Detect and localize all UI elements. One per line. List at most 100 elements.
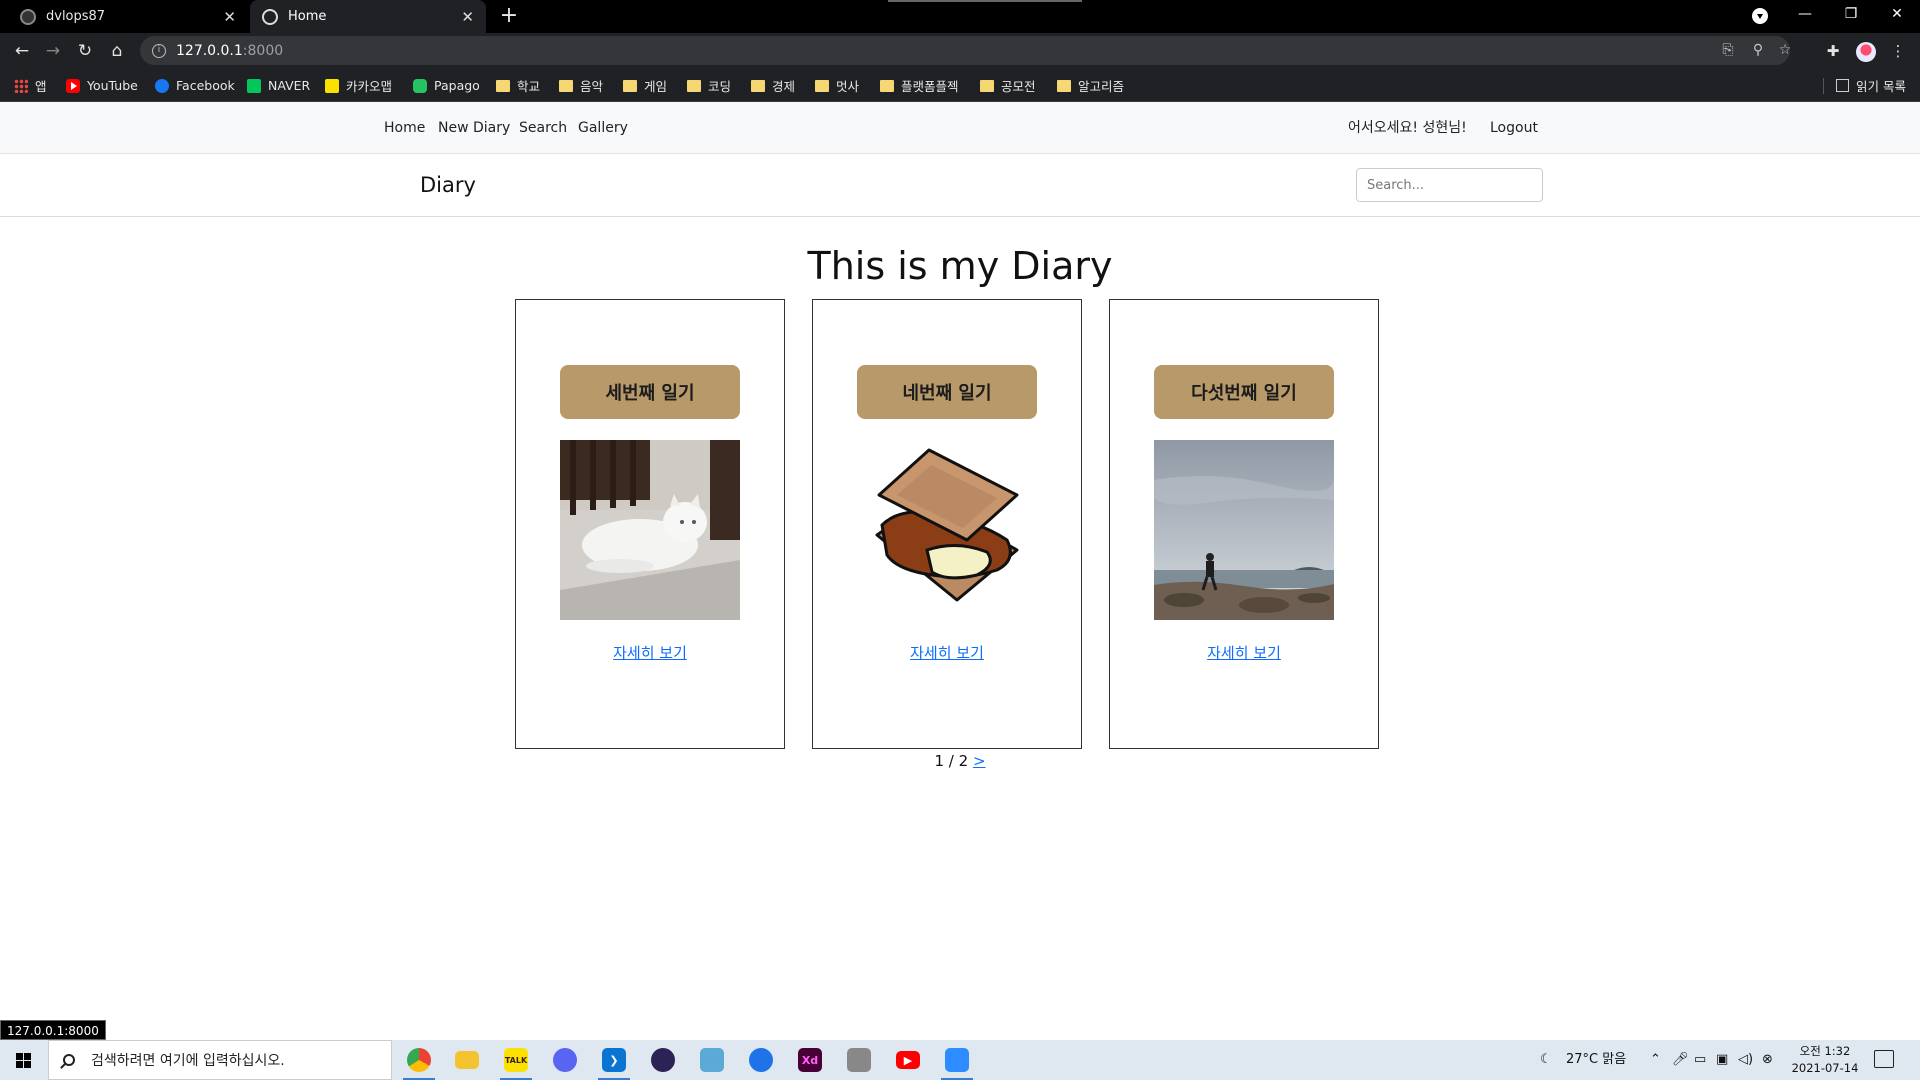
bookmark-label: 경제 <box>772 79 796 94</box>
back-icon[interactable]: ← <box>8 37 36 65</box>
smores-illustration[interactable] <box>857 440 1037 620</box>
taskbar-zoom[interactable] <box>933 1040 981 1080</box>
bookmark-naver[interactable]: NAVER <box>247 69 310 102</box>
diary-card: 다섯번째 일기 자세히 보기 <box>1109 299 1379 749</box>
taskbar-3d[interactable] <box>835 1040 883 1080</box>
bookmark-folder-contest[interactable]: 공모전 <box>980 69 1036 102</box>
windows-taskbar: 검색하려면 여기에 입력하십시오. TALK ❯ Xd ▶ ☾ 27°C 맑음 … <box>0 1040 1920 1080</box>
taskbar-youtube[interactable]: ▶ <box>884 1040 932 1080</box>
adobe-xd-icon: Xd <box>798 1048 822 1072</box>
bookmark-kakaomap[interactable]: 카카오맵 <box>325 69 392 102</box>
bookmark-youtube[interactable]: YouTube <box>66 69 138 102</box>
system-clock[interactable]: 오전 1:32 2021-07-14 <box>1786 1043 1864 1077</box>
profile-avatar[interactable] <box>1856 42 1876 62</box>
notification-icon[interactable] <box>1874 1050 1894 1068</box>
restore-icon[interactable]: ❐ <box>1828 0 1874 30</box>
bookmark-apps[interactable]: 앱 <box>14 69 47 102</box>
detail-link[interactable]: 자세히 보기 <box>813 642 1081 663</box>
minimize-icon[interactable]: — <box>1782 0 1828 30</box>
bookmark-papago[interactable]: Papago <box>413 69 480 102</box>
logout-link[interactable]: Logout <box>1490 102 1538 154</box>
clock-date: 2021-07-14 <box>1791 1061 1859 1075</box>
taskbar-chrome[interactable] <box>395 1040 443 1080</box>
cube-icon <box>847 1048 871 1072</box>
bookmark-folder-algorithm[interactable]: 알고리즘 <box>1057 69 1124 102</box>
bookmark-folder-coding[interactable]: 코딩 <box>687 69 731 102</box>
new-tab-button[interactable]: + <box>497 4 521 28</box>
diary-title-button[interactable]: 다섯번째 일기 <box>1154 365 1334 419</box>
forward-icon[interactable]: → <box>39 37 67 65</box>
taskbar-search[interactable]: 검색하려면 여기에 입력하십시오. <box>48 1040 392 1080</box>
taskbar-discord[interactable] <box>541 1040 589 1080</box>
bookmark-folder-economy[interactable]: 경제 <box>751 69 795 102</box>
taskbar-vscode[interactable]: ❯ <box>590 1040 638 1080</box>
current-page: 1 <box>934 752 945 770</box>
home-icon[interactable]: ⌂ <box>103 37 131 65</box>
bookmark-folder-platform[interactable]: 플랫폼플젝 <box>880 69 959 102</box>
taskbar-explorer[interactable] <box>443 1040 491 1080</box>
folder-icon <box>815 79 829 92</box>
site-info-icon[interactable]: i <box>152 43 166 58</box>
menu-kebab-icon[interactable]: ⋮ <box>1884 37 1912 65</box>
nav-gallery[interactable]: Gallery <box>578 102 628 154</box>
bookmark-label: NAVER <box>268 78 311 93</box>
brand-title[interactable]: Diary <box>420 154 476 217</box>
tab-dvlops87[interactable]: dvlops87 ✕ <box>8 0 248 33</box>
vscode-icon: ❯ <box>602 1048 626 1072</box>
battery-icon[interactable]: ▭ <box>1694 1040 1706 1080</box>
taskbar-kakaotalk[interactable]: TALK <box>492 1040 540 1080</box>
reading-list[interactable]: 읽기 목록 <box>1823 69 1906 102</box>
bookmark-facebook[interactable]: Facebook <box>155 69 235 102</box>
close-window-icon[interactable]: ✕ <box>1874 0 1920 30</box>
taskbar-eclipse[interactable] <box>639 1040 687 1080</box>
tab-title: Home <box>288 9 327 24</box>
taskbar-xd[interactable]: Xd <box>786 1040 834 1080</box>
pagination: 1 / 2 > <box>0 752 1920 770</box>
windows-logo-icon <box>16 1053 31 1068</box>
microphone-icon[interactable]: 🎤︎ <box>1672 1040 1689 1080</box>
diary-title-button[interactable]: 세번째 일기 <box>560 365 740 419</box>
bookmark-folder-school[interactable]: 학교 <box>496 69 540 102</box>
zoom-icon[interactable]: ⚲ <box>1744 36 1772 65</box>
extensions-icon[interactable]: ✚ <box>1819 37 1847 65</box>
papago-icon <box>413 78 427 93</box>
ime-icon[interactable]: ⊗ <box>1762 1040 1773 1080</box>
browser-tab-strip: dvlops87 ✕ Home ✕ + — ❐ ✕ <box>0 0 1920 33</box>
translate-icon[interactable]: ⎘ <box>1714 36 1742 65</box>
bookmark-star-icon[interactable]: ☆ <box>1771 36 1799 65</box>
bookmark-folder-likelion[interactable]: 멋사 <box>815 69 859 102</box>
globe-icon <box>262 8 278 25</box>
page-title: This is my Diary <box>807 244 1113 288</box>
folder-icon <box>559 79 573 92</box>
cat-photo[interactable] <box>560 440 740 620</box>
network-icon[interactable]: ▣ <box>1716 1040 1728 1080</box>
tab-scroll-indicator <box>888 0 1082 2</box>
weather-text[interactable]: 27°C 맑음 <box>1566 1040 1626 1080</box>
zoom-icon <box>945 1048 969 1072</box>
tab-search-icon[interactable] <box>1752 8 1768 24</box>
taskbar-maps[interactable] <box>737 1040 785 1080</box>
beach-photo[interactable] <box>1154 440 1334 620</box>
volume-icon[interactable]: ◁) <box>1738 1040 1753 1080</box>
next-page-link[interactable]: > <box>973 752 986 770</box>
weather-icon[interactable]: ☾ <box>1540 1040 1552 1080</box>
show-hidden-icons[interactable]: ⌃ <box>1650 1040 1661 1080</box>
search-input[interactable] <box>1356 168 1543 202</box>
nav-new-diary[interactable]: New Diary <box>438 102 510 154</box>
bookmark-label: YouTube <box>87 78 138 93</box>
close-icon[interactable]: ✕ <box>461 8 474 26</box>
reload-icon[interactable]: ↻ <box>71 37 99 65</box>
nav-home[interactable]: Home <box>384 102 425 154</box>
detail-link[interactable]: 자세히 보기 <box>1110 642 1378 663</box>
address-bar[interactable]: i 127.0.0.1:8000 ⎘ ⚲ ☆ <box>140 36 1791 65</box>
bookmark-folder-game[interactable]: 게임 <box>623 69 667 102</box>
tab-home[interactable]: Home ✕ <box>250 0 486 33</box>
close-icon[interactable]: ✕ <box>223 8 236 26</box>
nav-search[interactable]: Search <box>519 102 567 154</box>
start-button[interactable] <box>0 1040 48 1080</box>
taskbar-notes[interactable] <box>688 1040 736 1080</box>
detail-link[interactable]: 자세히 보기 <box>516 642 784 663</box>
folder-icon <box>880 79 894 92</box>
bookmark-folder-music[interactable]: 음악 <box>559 69 603 102</box>
diary-title-button[interactable]: 네번째 일기 <box>857 365 1037 419</box>
